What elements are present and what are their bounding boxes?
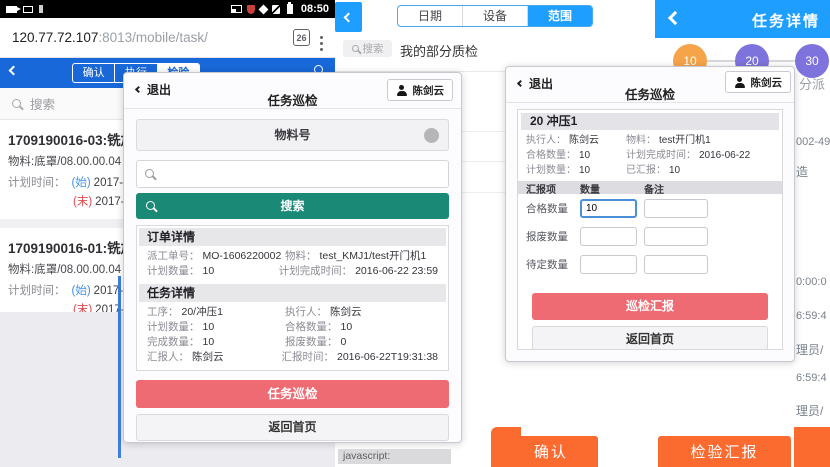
return-home-button[interactable]: 返回首页 [532, 326, 768, 350]
order-details-title: 订单详情 [139, 228, 446, 246]
back-button[interactable] [335, 2, 362, 32]
clipped-text: 6:59:4 [796, 310, 827, 322]
current-user-button[interactable]: 陈剑云 [387, 79, 454, 101]
inspection-report-button[interactable]: 巡检汇报 [532, 293, 768, 320]
task-row: 计划数量：10 合格数量：10 [137, 320, 448, 335]
task-row: 工序：20/冲压1 执行人：陈剑云 [137, 305, 448, 320]
segment-date[interactable]: 日期 [398, 6, 463, 26]
info-row: 合格数量：10 计划完成时间：2016-06-22 [518, 148, 782, 163]
order-row: 计划数量：10 计划完成时间：2016-06-22 23:59 [137, 264, 448, 279]
android-status-bar: 08:50 [0, 0, 335, 18]
browser-url-bar[interactable]: 120.77.72.107:8013/mobile/task/ 26 [0, 18, 335, 58]
info-row: 执行人：陈剑云 物料：test开门机1 [518, 133, 782, 148]
tab-count-button[interactable]: 26 [293, 29, 310, 46]
task-row: 完成数量：10 报废数量：0 [137, 335, 448, 350]
video-camera-icon [6, 6, 17, 13]
clipped-footer-button[interactable] [794, 427, 830, 467]
current-filter-label: 我的部分质检 [400, 41, 478, 60]
task-detail-header: 任务详情 [655, 0, 830, 38]
start-tag: (始) [72, 177, 91, 189]
operation-title: 20 冲压1 [521, 113, 779, 130]
status-right-icons: 08:50 [231, 3, 329, 15]
report-table-header: 汇报项 数量 备注 [518, 181, 782, 194]
status-left-icons [6, 5, 43, 13]
clipped-text: 0:00:0 [796, 276, 827, 288]
cast-icon [231, 5, 242, 13]
clipped-text: 理员/ [796, 341, 823, 358]
no-sim-icon [272, 5, 280, 14]
qualified-qty-input[interactable] [580, 199, 637, 218]
info-row: 计划数量：10 已汇报：10 [518, 163, 782, 178]
confirm-button[interactable]: 确认 [504, 436, 598, 467]
search-icon [146, 201, 155, 210]
search-icon [12, 99, 21, 108]
search-icon [352, 45, 359, 52]
task-row: 汇报人：陈剑云 汇报时间：2016-06-22T19:31:38 [137, 350, 448, 365]
report-row-qualified: 合格数量 [518, 194, 782, 222]
dialog-body: 物料号 搜索 订单详情 派工单号：MO-1606220002 物料：test_K… [124, 109, 461, 441]
person-icon [734, 77, 746, 88]
vpn-icon [258, 4, 268, 14]
page-title: 任务详情 [752, 10, 820, 31]
step-caption: 分派 [799, 74, 825, 93]
search-button[interactable]: 搜索 [343, 40, 392, 57]
back-icon [344, 12, 354, 22]
browser-menu-icon[interactable] [320, 36, 323, 39]
step-circle-30: 30 [795, 44, 829, 78]
material-number-button[interactable]: 物料号 [136, 119, 449, 151]
url-path: :8013/mobile/task/ [98, 30, 208, 45]
task-inspection-button[interactable]: 任务巡检 [136, 380, 449, 408]
dialog-header: 退出 任务巡检 陈剑云 [506, 67, 794, 103]
clipped-text: 6:59:4 [796, 372, 827, 384]
return-home-button[interactable]: 返回首页 [136, 414, 449, 441]
url-text[interactable]: 120.77.72.107:8013/mobile/task/ [12, 30, 289, 45]
end-tag: (末) [73, 196, 92, 208]
tab-confirm[interactable]: 确认 [73, 64, 115, 82]
screenshot-icon [23, 6, 33, 13]
details-panel: 订单详情 派工单号：MO-1606220002 物料：test_KMJ1/tes… [136, 225, 449, 371]
status-dot-icon [424, 128, 439, 143]
filter-segment-control: 日期 设备 范围 [397, 5, 593, 27]
task-details-title: 任务详情 [139, 284, 446, 302]
material-search-field [136, 160, 449, 188]
person-icon [396, 85, 408, 96]
back-icon[interactable] [668, 11, 682, 25]
report-row-pending: 待定数量 [518, 250, 782, 278]
report-panel: 20 冲压1 执行人：陈剑云 物料：test开门机1 合格数量：10 计划完成时… [517, 109, 783, 350]
dialog-header: 退出 任务巡检 陈剑云 [124, 73, 461, 109]
material-search-input[interactable] [136, 160, 449, 188]
inspection-report-dialog: 退出 任务巡检 陈剑云 20 冲压1 执行人：陈剑云 物料：test开门机1 合… [505, 66, 795, 362]
scrap-note-input[interactable] [644, 227, 708, 246]
usb-icon [39, 5, 43, 13]
inspection-report-button[interactable]: 检验汇报 [658, 436, 791, 467]
clipped-text: 造 [796, 163, 808, 180]
clipped-text: 002-49 [796, 136, 830, 148]
report-row-scrap: 报废数量 [518, 222, 782, 250]
back-icon[interactable] [9, 66, 19, 76]
search-placeholder: 搜索 [30, 94, 55, 113]
order-row: 派工单号：MO-1606220002 物料：test_KMJ1/test开门机1 [137, 249, 448, 264]
start-tag: (始) [72, 285, 91, 297]
clock: 08:50 [301, 3, 329, 15]
shield-icon [247, 5, 255, 14]
screen-edge-line [118, 276, 121, 458]
url-host: 120.77.72.107 [12, 30, 98, 45]
link-status-tooltip: javascript: [338, 449, 451, 464]
search-button[interactable]: 搜索 [136, 193, 449, 219]
segment-range[interactable]: 范围 [528, 6, 592, 26]
scrap-qty-input[interactable] [580, 227, 637, 246]
clipped-text: 理员/ [796, 402, 823, 419]
task-inspection-dialog: 退出 任务巡检 陈剑云 物料号 搜索 订单详情 派工单号：MO-16062200… [123, 72, 462, 443]
segment-device[interactable]: 设备 [463, 6, 528, 26]
pending-qty-input[interactable] [580, 255, 637, 274]
current-user-button[interactable]: 陈剑云 [725, 71, 792, 93]
battery-icon [287, 4, 293, 14]
qualified-note-input[interactable] [644, 199, 708, 218]
end-tag: (末) [73, 304, 92, 312]
pending-note-input[interactable] [644, 255, 708, 274]
screenshot-root: 08:50 120.77.72.107:8013/mobile/task/ 26… [0, 0, 830, 467]
search-icon [145, 169, 154, 178]
